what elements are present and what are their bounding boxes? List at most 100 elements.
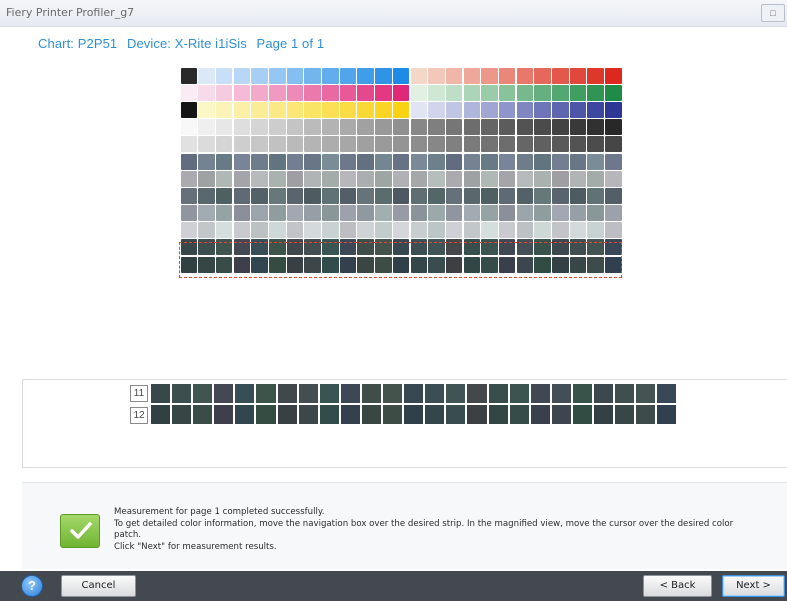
color-patch <box>198 205 215 222</box>
magnified-patch[interactable] <box>151 384 171 403</box>
help-icon[interactable]: ? <box>21 575 43 597</box>
magnified-patch[interactable] <box>383 405 403 424</box>
magnified-patch[interactable] <box>340 405 360 424</box>
magnified-patch[interactable] <box>361 405 382 424</box>
magnified-patch[interactable] <box>615 405 635 424</box>
color-patch <box>481 84 498 101</box>
color-patch <box>233 187 251 204</box>
color-patch <box>180 187 198 204</box>
color-patch <box>463 136 481 153</box>
color-patch <box>322 222 339 239</box>
magnified-strip-11[interactable] <box>151 384 678 403</box>
color-patch <box>339 67 357 84</box>
magnified-patch[interactable] <box>214 384 234 403</box>
magnified-patch[interactable] <box>193 405 213 424</box>
color-patch <box>445 67 463 84</box>
patch-row <box>180 84 622 101</box>
magnified-patch[interactable] <box>509 384 529 403</box>
magnified-patch[interactable] <box>551 384 571 403</box>
color-patch <box>605 136 622 153</box>
magnified-patch[interactable] <box>467 384 487 403</box>
magnified-patch[interactable] <box>214 405 234 424</box>
magnified-patch[interactable] <box>657 405 677 424</box>
color-patch <box>233 84 251 101</box>
color-patch <box>463 205 481 222</box>
color-patch <box>569 67 587 84</box>
magnified-patch[interactable] <box>636 384 656 403</box>
back-button[interactable]: < Back <box>643 575 712 597</box>
magnified-patch[interactable] <box>361 384 382 403</box>
color-patch <box>516 101 534 118</box>
magnified-patch[interactable] <box>488 405 508 424</box>
magnified-patch[interactable] <box>488 384 508 403</box>
color-patch <box>428 222 445 239</box>
magnified-patch[interactable] <box>235 384 255 403</box>
color-patch <box>215 205 233 222</box>
magnified-patch[interactable] <box>593 384 614 403</box>
color-patch <box>269 67 286 84</box>
color-patch <box>428 136 445 153</box>
magnified-patch[interactable] <box>298 405 318 424</box>
magnified-patch[interactable] <box>404 384 424 403</box>
message-line: patch. <box>114 530 141 540</box>
magnified-patch[interactable] <box>551 405 571 424</box>
window-control-button[interactable]: □ <box>761 4 785 22</box>
magnified-patch[interactable] <box>235 405 255 424</box>
color-patch <box>552 222 569 239</box>
magnified-patch[interactable] <box>319 405 339 424</box>
patch-row <box>180 205 622 222</box>
color-patch <box>428 170 445 187</box>
patch-row <box>180 222 622 239</box>
color-patch <box>375 67 392 84</box>
magnified-patch[interactable] <box>172 405 192 424</box>
magnified-patch[interactable] <box>172 384 192 403</box>
color-patch <box>233 170 251 187</box>
magnified-patch[interactable] <box>615 384 635 403</box>
color-patch <box>498 101 516 118</box>
magnified-patch[interactable] <box>277 384 297 403</box>
color-patch <box>410 205 428 222</box>
color-patch <box>463 222 481 239</box>
message-line: Measurement for page 1 completed success… <box>114 507 325 517</box>
color-patch <box>587 222 604 239</box>
color-patch <box>428 187 445 204</box>
magnified-patch[interactable] <box>657 384 677 403</box>
cancel-button[interactable]: Cancel <box>61 575 136 597</box>
color-patch <box>534 84 551 101</box>
magnified-patch[interactable] <box>425 384 445 403</box>
magnified-patch[interactable] <box>425 405 445 424</box>
magnified-patch[interactable] <box>593 405 614 424</box>
navigation-box[interactable] <box>179 242 622 278</box>
color-patch <box>251 136 268 153</box>
color-patch <box>534 119 551 136</box>
magnified-patch[interactable] <box>383 384 403 403</box>
magnified-patch[interactable] <box>319 384 339 403</box>
color-patch <box>534 222 551 239</box>
magnified-patch[interactable] <box>530 405 550 424</box>
page-indicator: Page 1 of 1 <box>256 36 325 51</box>
magnified-patch[interactable] <box>277 405 297 424</box>
magnified-patch[interactable] <box>404 405 424 424</box>
color-patch <box>198 84 215 101</box>
magnified-patch[interactable] <box>509 405 529 424</box>
magnified-patch[interactable] <box>572 405 592 424</box>
color-patch <box>322 84 339 101</box>
color-patch <box>233 205 251 222</box>
magnified-patch[interactable] <box>256 405 276 424</box>
color-patch <box>587 170 604 187</box>
next-button[interactable]: Next > <box>722 575 785 597</box>
magnified-patch[interactable] <box>256 384 276 403</box>
magnified-patch[interactable] <box>298 384 318 403</box>
magnified-patch[interactable] <box>636 405 656 424</box>
magnified-patch[interactable] <box>340 384 360 403</box>
color-patch <box>569 119 587 136</box>
magnified-patch[interactable] <box>446 384 466 403</box>
magnified-patch[interactable] <box>151 405 171 424</box>
magnified-patch[interactable] <box>467 405 487 424</box>
patch-row <box>180 119 622 136</box>
magnified-patch[interactable] <box>446 405 466 424</box>
magnified-strip-12[interactable] <box>151 405 678 424</box>
magnified-patch[interactable] <box>530 384 550 403</box>
magnified-patch[interactable] <box>193 384 213 403</box>
magnified-patch[interactable] <box>572 384 592 403</box>
